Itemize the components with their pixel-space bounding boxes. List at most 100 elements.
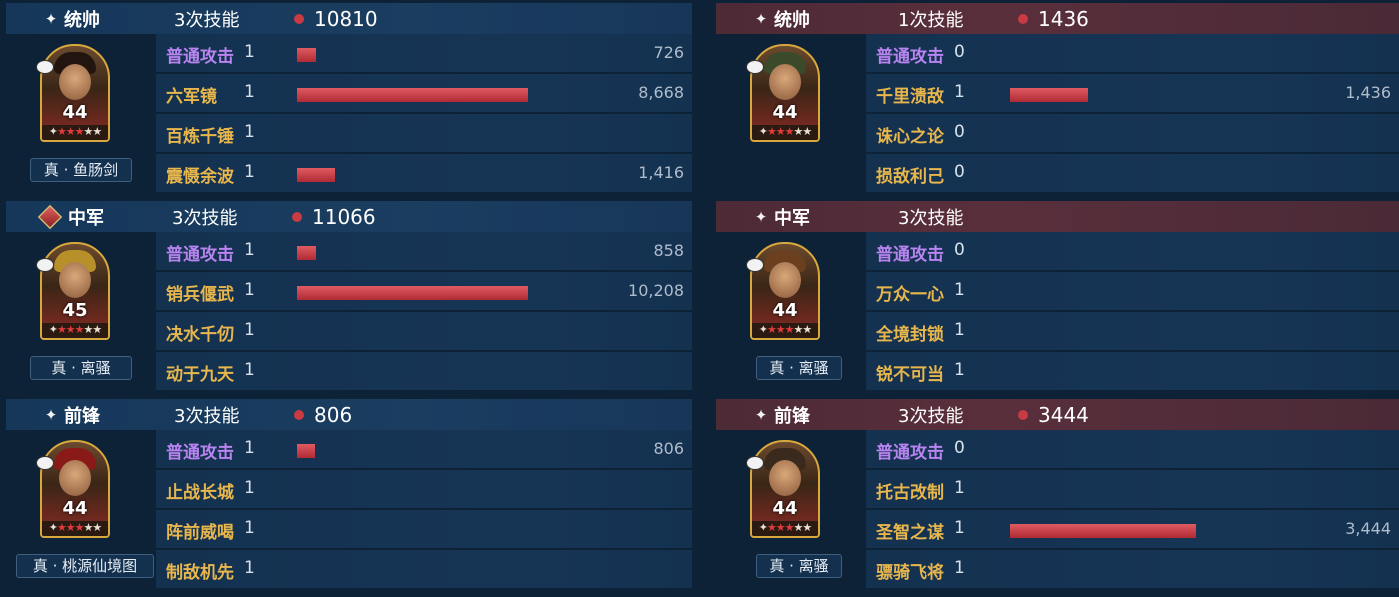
general-portrait[interactable]: 44 ✦★★★★★ — [750, 44, 820, 142]
skill-row: 销兵偃武 1 10,208 — [156, 272, 692, 310]
faction-badge-icon — [36, 258, 54, 272]
cast-count: 3次技能 — [172, 207, 238, 229]
faction-badge-icon — [36, 456, 54, 470]
cast-count: 1次技能 — [898, 9, 964, 31]
treasure-label[interactable]: 真 · 鱼肠剑 — [30, 158, 132, 182]
skill-row: 普通攻击 1 858 — [156, 232, 692, 270]
skill-rows: 普通攻击 0 万众一心 1 全境封锁 1 锐不可当 1 — [866, 232, 1399, 392]
skill-row: 动于九天 1 — [156, 352, 692, 390]
skill-name: 圣智之谋 — [876, 523, 944, 543]
star-icon: ✦ — [44, 405, 58, 424]
skill-damage: 3,444 — [1345, 519, 1391, 538]
cast-count: 3次技能 — [174, 405, 240, 427]
skill-name: 千里溃敌 — [876, 87, 944, 107]
skill-cast-count: 1 — [954, 360, 965, 380]
skill-damage: 10,208 — [628, 281, 684, 300]
total-damage: 1436 — [1038, 6, 1089, 31]
skill-rows: 普通攻击 1 806 止战长城 1 阵前威喝 1 制敌机先 1 — [156, 430, 692, 590]
portrait-face — [769, 262, 801, 298]
skill-row: 止战长城 1 — [156, 470, 692, 508]
damage-bar — [1010, 88, 1088, 102]
general-level: 44 — [772, 102, 798, 123]
skill-cast-count: 1 — [954, 320, 965, 340]
treasure-label[interactable]: 真 · 桃源仙境图 — [16, 554, 154, 578]
total-damage: 10810 — [314, 6, 378, 31]
star-rating: ✦★★★★★ — [752, 521, 818, 536]
skill-cast-count: 1 — [244, 82, 255, 102]
cast-count: 3次技能 — [174, 9, 240, 31]
star-rating: ✦★★★★★ — [42, 125, 108, 140]
skill-damage: 8,668 — [638, 83, 684, 102]
general-portrait[interactable]: 44 ✦★★★★★ — [750, 242, 820, 340]
left-team-panel: ✦ 统帅 3次技能 10810 44 ✦★★★★★ 真 · 鱼肠剑 普通攻击 1… — [6, 0, 692, 592]
star-icon: ✦ — [754, 9, 768, 28]
skill-cast-count: 0 — [954, 240, 965, 260]
general-portrait-area: 44 ✦★★★★★ 真 · 桃源仙境图 — [6, 430, 156, 597]
general-block: ✦ 统帅 3次技能 10810 44 ✦★★★★★ 真 · 鱼肠剑 普通攻击 1… — [6, 3, 692, 201]
skill-name: 万众一心 — [876, 285, 944, 305]
general-level: 45 — [62, 300, 88, 321]
skill-cast-count: 0 — [954, 122, 965, 142]
skill-row: 千里溃敌 1 1,436 — [866, 74, 1399, 112]
general-block: ✦ 中军 3次技能 44 ✦★★★★★ 真 · 离骚 普通攻击 0 万众一心 1… — [716, 201, 1399, 399]
skill-row: 损敌利己 0 — [866, 154, 1399, 192]
general-level: 44 — [772, 300, 798, 321]
skill-name: 销兵偃武 — [166, 285, 234, 305]
skill-name: 全境封锁 — [876, 325, 944, 345]
general-level: 44 — [772, 498, 798, 519]
damage-bar — [297, 246, 316, 260]
faction-badge-icon — [746, 456, 764, 470]
star-icon: ✦ — [754, 207, 768, 226]
skill-cast-count: 1 — [954, 82, 965, 102]
skill-name: 止战长城 — [166, 483, 234, 503]
role-label: 前锋 — [64, 405, 100, 427]
total-damage: 11066 — [312, 204, 376, 229]
damage-bar — [297, 444, 315, 458]
general-portrait[interactable]: 44 ✦★★★★★ — [40, 44, 110, 142]
portrait-face — [59, 64, 91, 100]
skill-cast-count: 0 — [954, 42, 965, 62]
general-header: ✦ 统帅 1次技能 1436 — [716, 3, 1399, 34]
damage-bar — [297, 286, 528, 300]
general-portrait[interactable]: 44 ✦★★★★★ — [40, 440, 110, 538]
treasure-label[interactable]: 真 · 离骚 — [756, 356, 842, 380]
damage-dot-icon — [294, 13, 304, 24]
damage-dot-icon — [1018, 13, 1028, 24]
skill-cast-count: 0 — [954, 162, 965, 182]
skill-name: 动于九天 — [166, 365, 234, 385]
portrait-face — [59, 460, 91, 496]
treasure-label[interactable]: 真 · 离骚 — [30, 356, 132, 380]
general-portrait-area: 44 ✦★★★★★ — [716, 34, 866, 201]
skill-name: 六军镜 — [166, 87, 217, 107]
skill-row: 全境封锁 1 — [866, 312, 1399, 350]
skill-row: 普通攻击 0 — [866, 430, 1399, 468]
treasure-label[interactable]: 真 · 离骚 — [756, 554, 842, 578]
skill-rows: 普通攻击 1 858 销兵偃武 1 10,208 决水千仞 1 动于九天 1 — [156, 232, 692, 392]
damage-bar — [297, 48, 316, 62]
skill-name: 普通攻击 — [876, 47, 944, 67]
general-portrait[interactable]: 45 ✦★★★★★ — [40, 242, 110, 340]
star-rating: ✦★★★★★ — [42, 521, 108, 536]
general-header: 中军 3次技能 11066 — [6, 201, 692, 232]
skill-row: 普通攻击 1 726 — [156, 34, 692, 72]
damage-dot-icon — [1018, 409, 1028, 420]
skill-cast-count: 1 — [244, 42, 255, 62]
skill-row: 诛心之论 0 — [866, 114, 1399, 152]
skill-cast-count: 1 — [244, 558, 255, 578]
portrait-face — [769, 64, 801, 100]
skill-damage: 858 — [653, 241, 684, 260]
skill-name: 诛心之论 — [876, 127, 944, 147]
skill-cast-count: 1 — [244, 360, 255, 380]
general-level: 44 — [62, 498, 88, 519]
skill-name: 普通攻击 — [166, 245, 234, 265]
skill-row: 普通攻击 0 — [866, 232, 1399, 270]
skill-row: 阵前威喝 1 — [156, 510, 692, 548]
skill-row: 六军镜 1 8,668 — [156, 74, 692, 112]
skill-cast-count: 1 — [954, 518, 965, 538]
skill-name: 普通攻击 — [876, 443, 944, 463]
skill-row: 普通攻击 0 — [866, 34, 1399, 72]
general-portrait[interactable]: 44 ✦★★★★★ — [750, 440, 820, 538]
skill-cast-count: 1 — [244, 240, 255, 260]
general-header: ✦ 前锋 3次技能 3444 — [716, 399, 1399, 430]
skill-name: 普通攻击 — [876, 245, 944, 265]
